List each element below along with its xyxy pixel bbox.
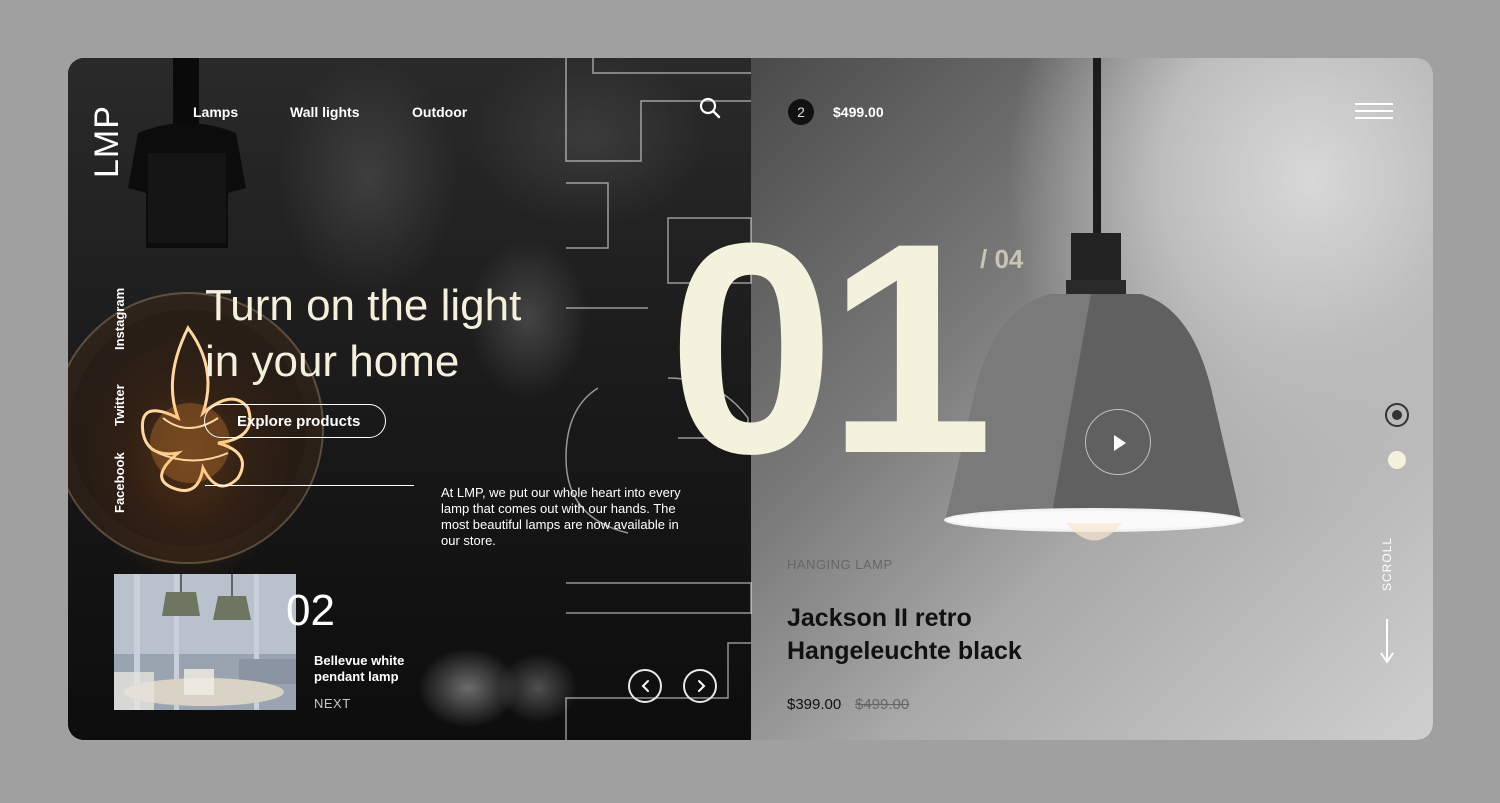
- scroll-label: SCROLL: [1380, 536, 1394, 591]
- slide-dot[interactable]: [1388, 451, 1406, 469]
- nav-wall-lights[interactable]: Wall lights: [290, 104, 359, 120]
- product-price: $399.00: [787, 696, 842, 713]
- next-product-number: 02: [286, 586, 335, 635]
- brand-logo[interactable]: LMP: [88, 105, 127, 178]
- next-slide-button[interactable]: [683, 669, 717, 703]
- slide-number: 01: [668, 180, 994, 516]
- nav-outdoor[interactable]: Outdoor: [412, 104, 467, 120]
- slide-dot-active[interactable]: [1385, 403, 1409, 427]
- play-icon: [1114, 435, 1126, 451]
- next-label[interactable]: NEXT: [314, 696, 351, 711]
- hero-card: LMP Lamps Wall lights Outdoor Instagram …: [68, 58, 1433, 740]
- headline-line-1: Turn on the light: [205, 281, 522, 330]
- next-product-thumbnail[interactable]: [114, 574, 296, 710]
- search-icon[interactable]: [698, 96, 722, 120]
- cart-total[interactable]: $499.00: [833, 104, 884, 120]
- slide-total: / 04: [980, 244, 1024, 274]
- explore-products-button[interactable]: Explore products: [204, 404, 386, 438]
- social-instagram[interactable]: Instagram: [112, 288, 127, 350]
- hero-description: At LMP, we put our whole heart into ever…: [441, 485, 681, 548]
- next-product-title[interactable]: Bellevue white pendant lamp: [314, 653, 434, 685]
- product-old-price: $499.00: [855, 696, 910, 713]
- chevron-right-icon: [698, 680, 706, 692]
- hamburger-menu-icon[interactable]: [1355, 103, 1393, 121]
- social-facebook[interactable]: Facebook: [112, 452, 127, 513]
- prev-slide-button[interactable]: [628, 669, 662, 703]
- hero-headline: Turn on the light in your home: [205, 278, 625, 390]
- headline-line-2: in your home: [205, 337, 460, 386]
- product-title[interactable]: Jackson II retro Hangeleuchte black: [787, 602, 1087, 668]
- social-twitter[interactable]: Twitter: [112, 384, 127, 426]
- chevron-left-icon: [641, 680, 649, 692]
- arrow-down-icon[interactable]: [1379, 619, 1395, 665]
- cart-count-badge[interactable]: 2: [788, 99, 814, 125]
- nav-lamps[interactable]: Lamps: [193, 104, 238, 120]
- product-category: HANGING LAMP: [787, 557, 893, 572]
- play-video-button[interactable]: [1085, 409, 1151, 475]
- divider-line: [205, 485, 414, 486]
